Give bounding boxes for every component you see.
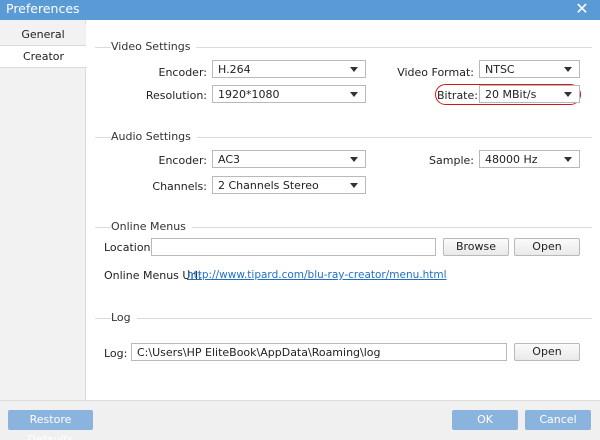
video-format-value: NTSC [485,63,515,76]
chevron-down-icon [350,67,358,72]
channels-label: Channels: [152,180,207,193]
video-encoder-label: Encoder: [158,66,208,79]
resolution-value: 1920*1080 [218,88,280,101]
chevron-down-icon [564,67,572,72]
log-path-input[interactable]: C:\Users\HP EliteBook\AppData\Roaming\lo… [131,343,507,361]
tab-general[interactable]: General [0,24,86,46]
restore-defaults-button[interactable]: Restore Defaults [8,410,93,440]
resolution-select[interactable]: 1920*1080 [212,85,366,103]
location-label: Location: [104,241,155,254]
window-title: Preferences [6,1,80,16]
chevron-down-icon [350,183,358,188]
video-encoder-select[interactable]: H.264 [212,60,366,78]
cancel-button[interactable]: Cancel [525,410,591,430]
sample-value: 48000 Hz [485,153,538,166]
title-bar: Preferences ✕ [0,0,600,20]
chevron-down-icon [564,92,572,97]
log-label: Log: [104,347,128,360]
ok-button[interactable]: OK [452,410,518,430]
video-format-select[interactable]: NTSC [479,60,580,78]
sample-label: Sample: [429,154,474,167]
chevron-down-icon [564,157,572,162]
audio-encoder-label: Encoder: [158,154,208,167]
online-menus-title: Online Menus [111,220,192,233]
bitrate-select[interactable]: 20 MBit/s [479,85,580,103]
log-title: Log [111,311,137,324]
close-icon[interactable]: ✕ [574,1,590,17]
channels-value: 2 Channels Stereo [218,179,319,192]
video-settings-title: Video Settings [111,40,197,53]
sample-select[interactable]: 48000 Hz [479,150,580,168]
chevron-down-icon [350,92,358,97]
resolution-label: Resolution: [145,89,207,102]
video-format-label: Video Format: [397,66,474,79]
chevron-down-icon [350,157,358,162]
audio-encoder-select[interactable]: AC3 [212,150,366,168]
log-divider [95,318,592,319]
menus-open-button[interactable]: Open [514,238,580,256]
tab-creator[interactable]: Creator [0,46,87,68]
bitrate-value: 20 MBit/s [485,88,537,101]
audio-settings-title: Audio Settings [111,130,197,143]
log-open-button[interactable]: Open [514,343,580,361]
audio-encoder-value: AC3 [218,153,241,166]
channels-select[interactable]: 2 Channels Stereo [212,176,366,194]
location-input[interactable] [151,238,436,256]
browse-button[interactable]: Browse [443,238,509,256]
creator-settings-panel: Video Settings Encoder: H.264 Resolution… [87,20,600,400]
footer-bar: Restore Defaults OK Cancel [0,400,600,440]
online-menus-url-link[interactable]: http://www.tipard.com/blu-ray-creator/me… [187,269,447,281]
video-encoder-value: H.264 [218,63,251,76]
bitrate-label: Bitrate: [437,89,478,102]
sidebar: General Creator [0,20,87,400]
